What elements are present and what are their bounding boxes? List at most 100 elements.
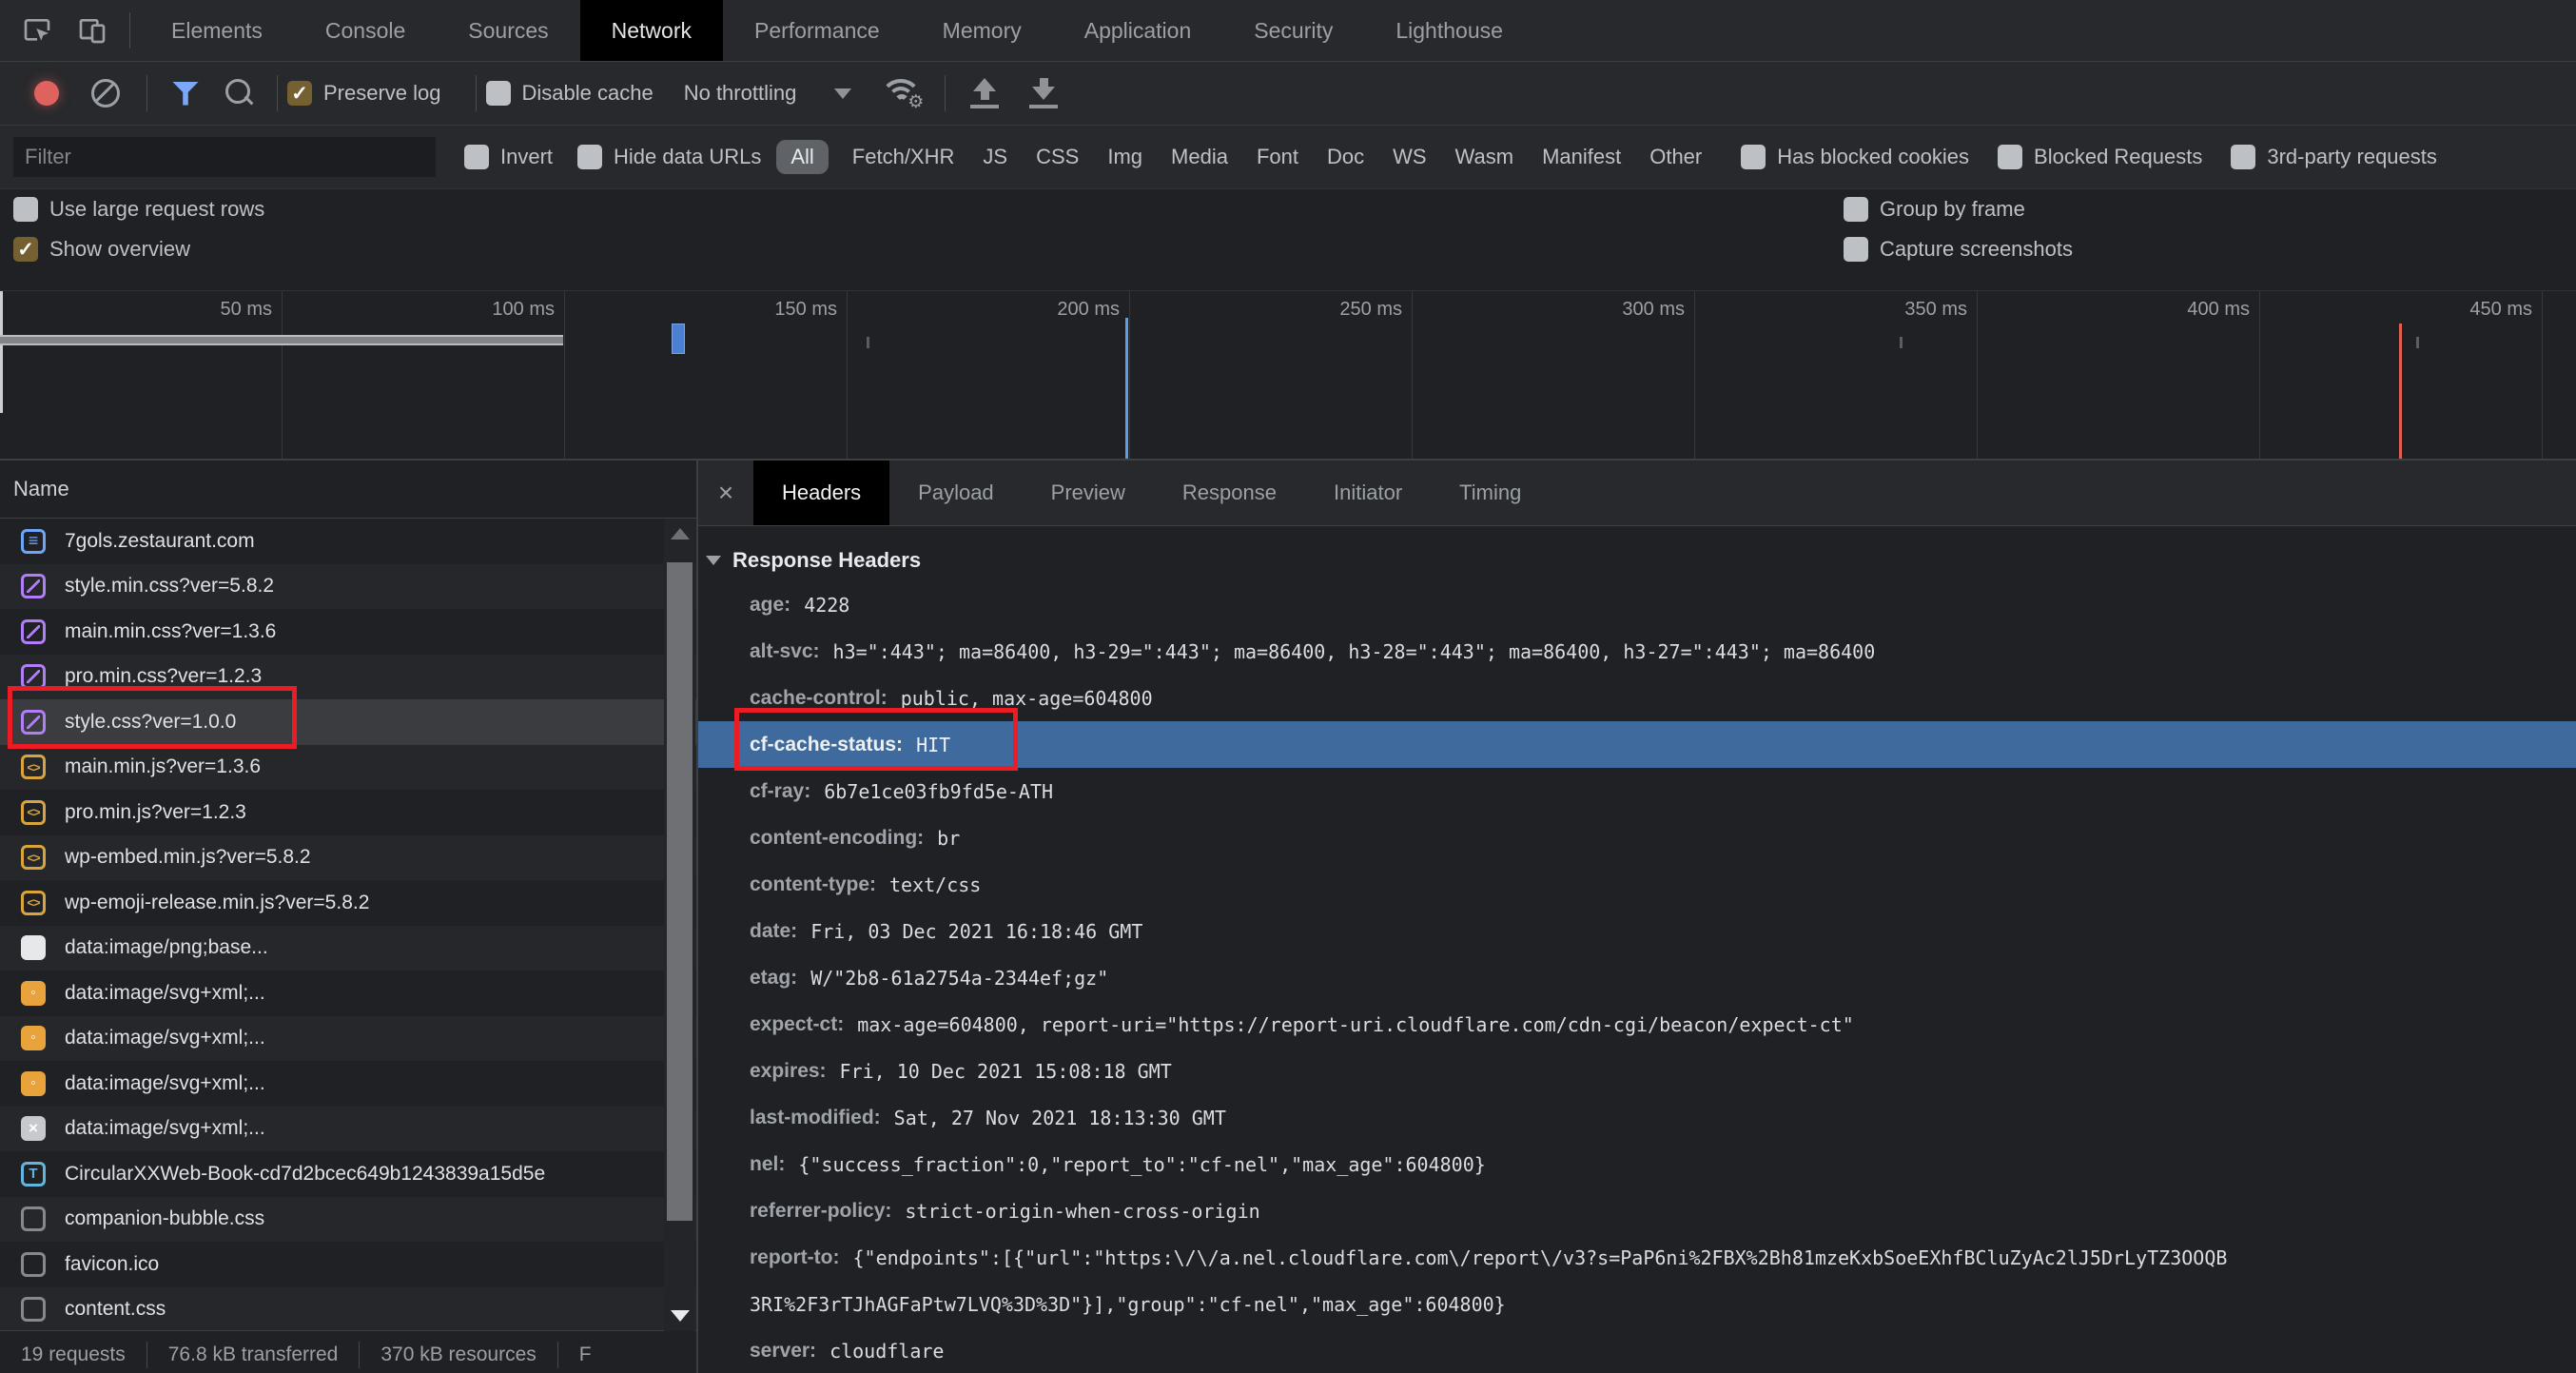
group-by-frame-checkbox[interactable] xyxy=(1844,197,1868,222)
request-row[interactable]: style.min.css?ver=5.8.2 xyxy=(0,563,696,609)
capture-screenshots-checkbox[interactable] xyxy=(1844,237,1868,262)
tab-network[interactable]: Network xyxy=(579,0,723,61)
invert-checkbox[interactable] xyxy=(464,145,489,169)
header-row[interactable]: etag: W/"2b8-61a2754a-2344ef;gz" xyxy=(698,954,2576,1001)
header-row[interactable]: server: cloudflare xyxy=(698,1327,2576,1373)
request-row[interactable]: data:image/svg+xml;... xyxy=(0,1061,696,1107)
filter-type-img[interactable]: Img xyxy=(1093,145,1157,169)
device-toolbar-button[interactable] xyxy=(65,0,120,61)
tab-payload[interactable]: Payload xyxy=(889,461,1023,525)
request-row[interactable]: data:image/svg+xml;... xyxy=(0,1106,696,1151)
header-row[interactable]: expect-ct: max-age=604800, report-uri="ht… xyxy=(698,1001,2576,1048)
tab-initiator[interactable]: Initiator xyxy=(1305,461,1431,525)
show-overview-checkbox[interactable] xyxy=(13,237,38,262)
has-blocked-cookies-label: Has blocked cookies xyxy=(1777,145,1970,168)
network-overview-timeline[interactable]: 50 ms 100 ms 150 ms 200 ms 250 ms 300 ms… xyxy=(0,291,2576,461)
tab-timing[interactable]: Timing xyxy=(1431,461,1550,525)
request-row[interactable]: pro.min.js?ver=1.2.3 xyxy=(0,790,696,835)
gridline-250ms xyxy=(1412,291,1413,459)
header-row[interactable]: nel: {"success_fraction":0,"report_to":"c… xyxy=(698,1141,2576,1187)
request-row[interactable]: companion-bubble.css xyxy=(0,1196,696,1242)
request-row[interactable]: main.min.css?ver=1.3.6 xyxy=(0,609,696,655)
filter-type-other[interactable]: Other xyxy=(1635,145,1716,169)
search-icon[interactable] xyxy=(225,79,250,104)
export-har-icon[interactable] xyxy=(1029,78,1059,108)
filter-type-manifest[interactable]: Manifest xyxy=(1528,145,1635,169)
name-column-header[interactable]: Name xyxy=(0,461,696,519)
response-headers-section[interactable]: Response Headers xyxy=(698,539,2576,581)
filter-type-doc[interactable]: Doc xyxy=(1313,145,1378,169)
request-list-scrollbar[interactable] xyxy=(664,519,695,1331)
filter-type-css[interactable]: CSS xyxy=(1022,145,1093,169)
blocked-requests-checkbox[interactable] xyxy=(1998,145,2023,169)
group-by-frame-label: Group by frame xyxy=(1880,197,2025,221)
request-row[interactable]: favicon.ico xyxy=(0,1242,696,1287)
header-row[interactable]: alt-svc: h3=":443"; ma=86400, h3-29=":443… xyxy=(698,628,2576,675)
network-conditions-icon[interactable]: ⚙ xyxy=(878,77,924,112)
request-row[interactable]: data:image/png;base... xyxy=(0,925,696,971)
scrollbar-thumb[interactable] xyxy=(667,562,693,1221)
tab-response[interactable]: Response xyxy=(1154,461,1305,525)
filter-type-js[interactable]: JS xyxy=(968,145,1022,169)
header-row[interactable]: referrer-policy: strict-origin-when-cross… xyxy=(698,1187,2576,1234)
throttling-select[interactable]: No throttling xyxy=(684,81,797,106)
header-row[interactable]: date: Fri, 03 Dec 2021 16:18:46 GMT xyxy=(698,908,2576,954)
filter-type-wasm[interactable]: Wasm xyxy=(1441,145,1529,169)
header-row[interactable]: expires: Fri, 10 Dec 2021 15:08:18 GMT xyxy=(698,1048,2576,1094)
request-name: content.css xyxy=(65,1298,166,1321)
request-row[interactable]: 7gols.zestaurant.com xyxy=(0,519,696,564)
header-row-continuation[interactable]: 3RI%2F3rTJhAGFaPtw7LVQ%3D%3D"}],"group":… xyxy=(698,1281,2576,1327)
scroll-down-arrow-icon[interactable] xyxy=(671,1310,690,1322)
request-row[interactable]: wp-emoji-release.min.js?ver=5.8.2 xyxy=(0,880,696,926)
header-row[interactable]: cf-ray: 6b7e1ce03fb9fd5e-ATH xyxy=(698,768,2576,814)
request-row[interactable]: CircularXXWeb-Book-cd7d2bcec649b1243839a… xyxy=(0,1151,696,1197)
tab-preview[interactable]: Preview xyxy=(1023,461,1154,525)
header-name: report-to: xyxy=(750,1246,840,1268)
tab-memory[interactable]: Memory xyxy=(911,0,1053,61)
tab-sources[interactable]: Sources xyxy=(437,0,579,61)
chevron-down-icon[interactable] xyxy=(834,88,852,99)
inspect-element-button[interactable] xyxy=(10,0,65,61)
filter-funnel-icon[interactable] xyxy=(172,81,199,106)
tab-application[interactable]: Application xyxy=(1053,0,1223,61)
header-row[interactable]: report-to: {"endpoints":[{"url":"https:\/… xyxy=(698,1234,2576,1281)
tab-elements[interactable]: Elements xyxy=(140,0,294,61)
request-row[interactable]: data:image/svg+xml;... xyxy=(0,1015,696,1061)
detail-tabbar: × Headers Payload Preview Response Initi… xyxy=(698,461,2576,526)
hide-data-urls-checkbox[interactable] xyxy=(577,145,603,169)
tab-security[interactable]: Security xyxy=(1222,0,1364,61)
clear-network-log-icon[interactable] xyxy=(91,79,120,108)
header-row[interactable]: age: 4228 xyxy=(698,581,2576,628)
close-icon[interactable]: × xyxy=(698,461,753,525)
request-row[interactable]: content.css xyxy=(0,1286,696,1330)
header-name: alt-svc: xyxy=(750,639,820,662)
header-row[interactable]: content-type: text/css xyxy=(698,861,2576,908)
request-row[interactable]: main.min.js?ver=1.3.6 xyxy=(0,744,696,790)
header-row[interactable]: last-modified: Sat, 27 Nov 2021 18:13:30 … xyxy=(698,1094,2576,1141)
filter-input[interactable] xyxy=(13,137,436,177)
tab-console[interactable]: Console xyxy=(294,0,437,61)
use-large-request-rows-checkbox[interactable] xyxy=(13,197,38,222)
header-value: h3=":443"; ma=86400, h3-29=":443"; ma=86… xyxy=(832,639,1876,663)
preserve-log-checkbox[interactable] xyxy=(287,81,312,106)
disable-cache-checkbox[interactable] xyxy=(485,81,511,106)
record-network-log-button[interactable] xyxy=(34,81,59,106)
filter-type-ws[interactable]: WS xyxy=(1378,145,1440,169)
request-row[interactable]: wp-embed.min.js?ver=5.8.2 xyxy=(0,834,696,880)
request-name: data:image/png;base... xyxy=(65,936,268,959)
tab-performance[interactable]: Performance xyxy=(723,0,911,61)
filter-type-all[interactable]: All xyxy=(776,140,829,174)
header-row[interactable]: content-encoding: br xyxy=(698,814,2576,861)
filter-type-media[interactable]: Media xyxy=(1157,145,1242,169)
third-party-requests-checkbox[interactable] xyxy=(2231,145,2256,169)
import-har-icon[interactable] xyxy=(970,78,1000,108)
tab-headers[interactable]: Headers xyxy=(753,461,890,525)
header-name: date: xyxy=(750,919,798,942)
image-icon xyxy=(21,980,46,1006)
scroll-up-arrow-icon[interactable] xyxy=(671,528,690,539)
has-blocked-cookies-checkbox[interactable] xyxy=(1741,145,1766,169)
tab-lighthouse[interactable]: Lighthouse xyxy=(1364,0,1534,61)
filter-type-font[interactable]: Font xyxy=(1242,145,1313,169)
request-row[interactable]: data:image/svg+xml;... xyxy=(0,971,696,1016)
filter-type-fetchxhr[interactable]: Fetch/XHR xyxy=(838,145,969,169)
